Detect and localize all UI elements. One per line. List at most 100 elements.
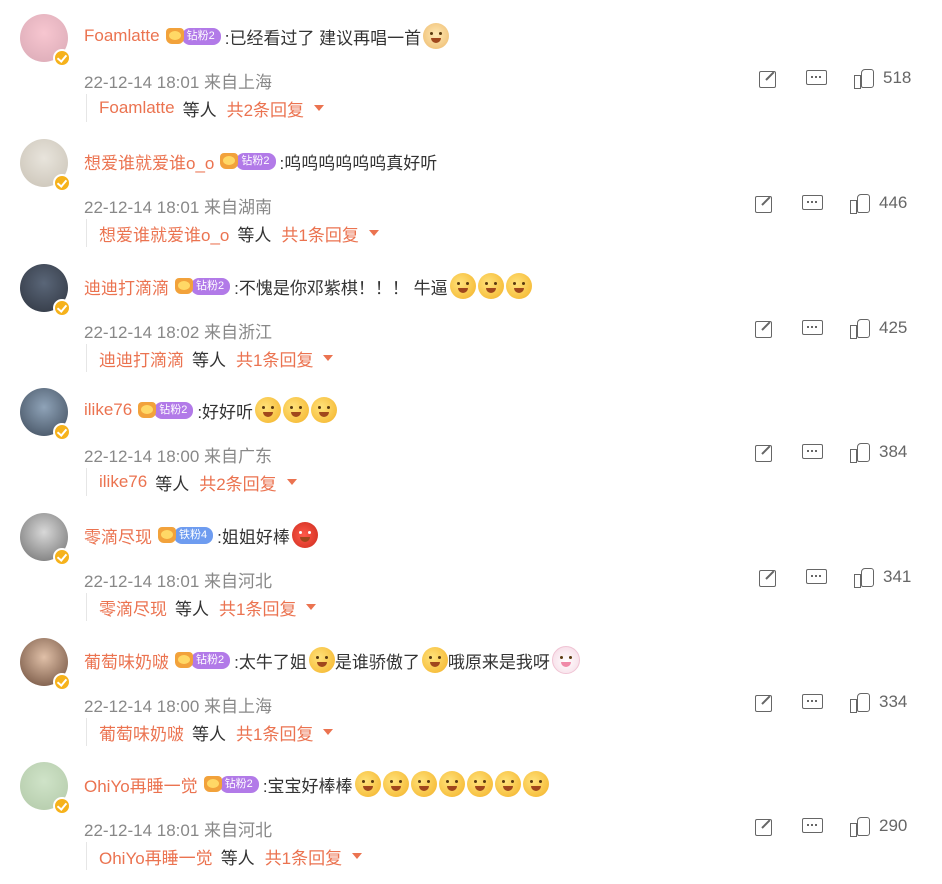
- share-icon[interactable]: [757, 67, 779, 89]
- caret-down-icon[interactable]: [352, 853, 363, 859]
- comment-icon[interactable]: [801, 441, 823, 463]
- reply-count-link[interactable]: 共1条回复: [236, 720, 313, 745]
- comment-item: ilike76 钻粉2 :好好听 22-12-14 18:00 来自广东 384…: [0, 386, 942, 510]
- share-icon[interactable]: [753, 441, 775, 463]
- caret-down-icon[interactable]: [368, 230, 379, 236]
- caret-down-icon[interactable]: [323, 729, 334, 735]
- reply-summary[interactable]: OhiYo再睡一觉 等人 共1条回复: [86, 842, 363, 870]
- comment-item: OhiYo再睡一觉 钻粉2 :宝宝好棒棒 22-12-14 18:01 来自河北…: [0, 760, 942, 884]
- reply-count-link[interactable]: 共1条回复: [219, 595, 296, 620]
- reply-count-link[interactable]: 共1条回复: [281, 221, 358, 246]
- love-emoji-icon: [438, 771, 465, 797]
- reply-count-link[interactable]: 共1条回复: [265, 844, 342, 869]
- share-icon[interactable]: [753, 317, 775, 339]
- username-link[interactable]: OhiYo再睡一觉: [84, 772, 198, 797]
- caret-down-icon[interactable]: [323, 355, 334, 361]
- rabbit-emoji-icon: [551, 646, 580, 674]
- username-link[interactable]: 葡萄味奶啵: [84, 648, 169, 673]
- love-emoji-icon: [354, 771, 381, 797]
- comment-item: 想爱谁就爱谁o_o 钻粉2 :呜呜呜呜呜呜真好听 22-12-14 18:01 …: [0, 137, 942, 261]
- comment-text: :不愧是你邓紫棋！！！ 牛逼: [234, 278, 448, 298]
- like-icon[interactable]: [849, 691, 871, 713]
- fan-badge[interactable]: 钻粉2: [165, 27, 221, 45]
- comment-icon[interactable]: [805, 566, 827, 588]
- caret-down-icon[interactable]: [306, 604, 317, 610]
- reply-summary[interactable]: 想爱谁就爱谁o_o 等人 共1条回复: [86, 219, 379, 247]
- like-count: 290: [879, 816, 908, 835]
- wow-emoji-icon: [449, 273, 476, 299]
- comment-icon[interactable]: [801, 691, 823, 713]
- reply-username-link[interactable]: OhiYo再睡一觉: [99, 844, 213, 869]
- crown-icon: [165, 28, 184, 44]
- fan-badge-level: 钻粉2: [181, 27, 221, 45]
- reply-summary[interactable]: 零滴尽现 等人 共1条回复: [86, 593, 317, 621]
- reply-etc-label: 等人: [192, 350, 226, 370]
- like-count: 518: [883, 68, 912, 87]
- fan-badge-level: 钻粉2: [219, 775, 259, 793]
- verified-icon: [53, 49, 71, 67]
- reply-etc-label: 等人: [182, 100, 217, 120]
- like-icon[interactable]: [849, 815, 871, 837]
- like-count: 425: [879, 318, 908, 337]
- caret-down-icon[interactable]: [314, 105, 325, 111]
- comment-meta: 22-12-14 18:00 来自广东: [84, 447, 273, 466]
- like-icon[interactable]: [849, 317, 871, 339]
- think-emoji-icon: [283, 397, 310, 423]
- username-link[interactable]: 零滴尽现: [84, 523, 152, 548]
- comment-icon[interactable]: [805, 67, 827, 89]
- reply-count-link[interactable]: 共1条回复: [236, 346, 313, 371]
- like-count: 341: [883, 567, 912, 586]
- reply-summary[interactable]: ilike76 等人 共2条回复: [86, 468, 297, 496]
- reply-summary[interactable]: 迪迪打滴滴 等人 共1条回复: [86, 344, 334, 372]
- verified-icon: [53, 548, 71, 566]
- fan-badge[interactable]: 钻粉2: [203, 775, 259, 793]
- username-link[interactable]: 想爱谁就爱谁o_o: [84, 149, 214, 174]
- comment-icon[interactable]: [801, 192, 823, 214]
- think-emoji-icon: [311, 397, 338, 423]
- share-icon[interactable]: [753, 691, 775, 713]
- reply-username-link[interactable]: 葡萄味奶啵: [99, 720, 184, 745]
- love-emoji-icon: [382, 771, 409, 797]
- caret-down-icon[interactable]: [286, 479, 297, 485]
- like-icon[interactable]: [853, 566, 875, 588]
- like-icon[interactable]: [853, 67, 875, 89]
- comment-meta: 22-12-14 18:01 来自上海: [84, 73, 273, 92]
- reply-username-link[interactable]: 零滴尽现: [99, 595, 167, 620]
- fan-badge[interactable]: 铁粉4: [158, 526, 214, 544]
- reply-username-link[interactable]: ilike76: [99, 472, 147, 492]
- reply-count-link[interactable]: 共2条回复: [199, 470, 276, 495]
- like-icon[interactable]: [849, 441, 871, 463]
- reply-etc-label: 等人: [192, 724, 226, 744]
- reply-summary[interactable]: 葡萄味奶啵 等人 共1条回复: [86, 718, 334, 746]
- username-link[interactable]: Foamlatte: [84, 26, 160, 46]
- reply-count-link[interactable]: 共2条回复: [227, 96, 304, 121]
- comment-meta: 22-12-14 18:01 来自河北: [84, 821, 273, 840]
- comment-text: :太牛了姐: [234, 652, 307, 672]
- comment-text: :姐姐好棒: [217, 527, 290, 547]
- reply-summary[interactable]: Foamlatte 等人 共2条回复: [86, 94, 325, 122]
- share-icon[interactable]: [757, 566, 779, 588]
- fan-badge-level: 钻粉2: [236, 152, 276, 170]
- love-emoji-icon: [410, 771, 437, 797]
- share-icon[interactable]: [753, 192, 775, 214]
- flower-emoji-icon: [421, 647, 448, 673]
- reply-etc-label: 等人: [220, 848, 255, 868]
- reply-username-link[interactable]: 迪迪打滴滴: [99, 346, 184, 371]
- like-icon[interactable]: [849, 192, 871, 214]
- verified-icon: [53, 174, 71, 192]
- crown-icon: [203, 776, 222, 792]
- reply-etc-label: 等人: [155, 474, 190, 494]
- username-link[interactable]: 迪迪打滴滴: [84, 274, 169, 299]
- comment-icon[interactable]: [801, 317, 823, 339]
- comment-text: 哦原来是我呀: [447, 652, 550, 672]
- fan-badge[interactable]: 钻粉2: [220, 152, 276, 170]
- fan-badge[interactable]: 钻粉2: [138, 401, 194, 419]
- share-icon[interactable]: [753, 815, 775, 837]
- reply-username-link[interactable]: 想爱谁就爱谁o_o: [99, 221, 229, 246]
- fan-badge[interactable]: 钻粉2: [175, 277, 231, 295]
- username-link[interactable]: ilike76: [84, 400, 132, 420]
- comment-meta: 22-12-14 18:02 来自浙江: [84, 323, 273, 342]
- reply-username-link[interactable]: Foamlatte: [99, 98, 175, 118]
- comment-icon[interactable]: [801, 815, 823, 837]
- fan-badge[interactable]: 钻粉2: [175, 651, 231, 669]
